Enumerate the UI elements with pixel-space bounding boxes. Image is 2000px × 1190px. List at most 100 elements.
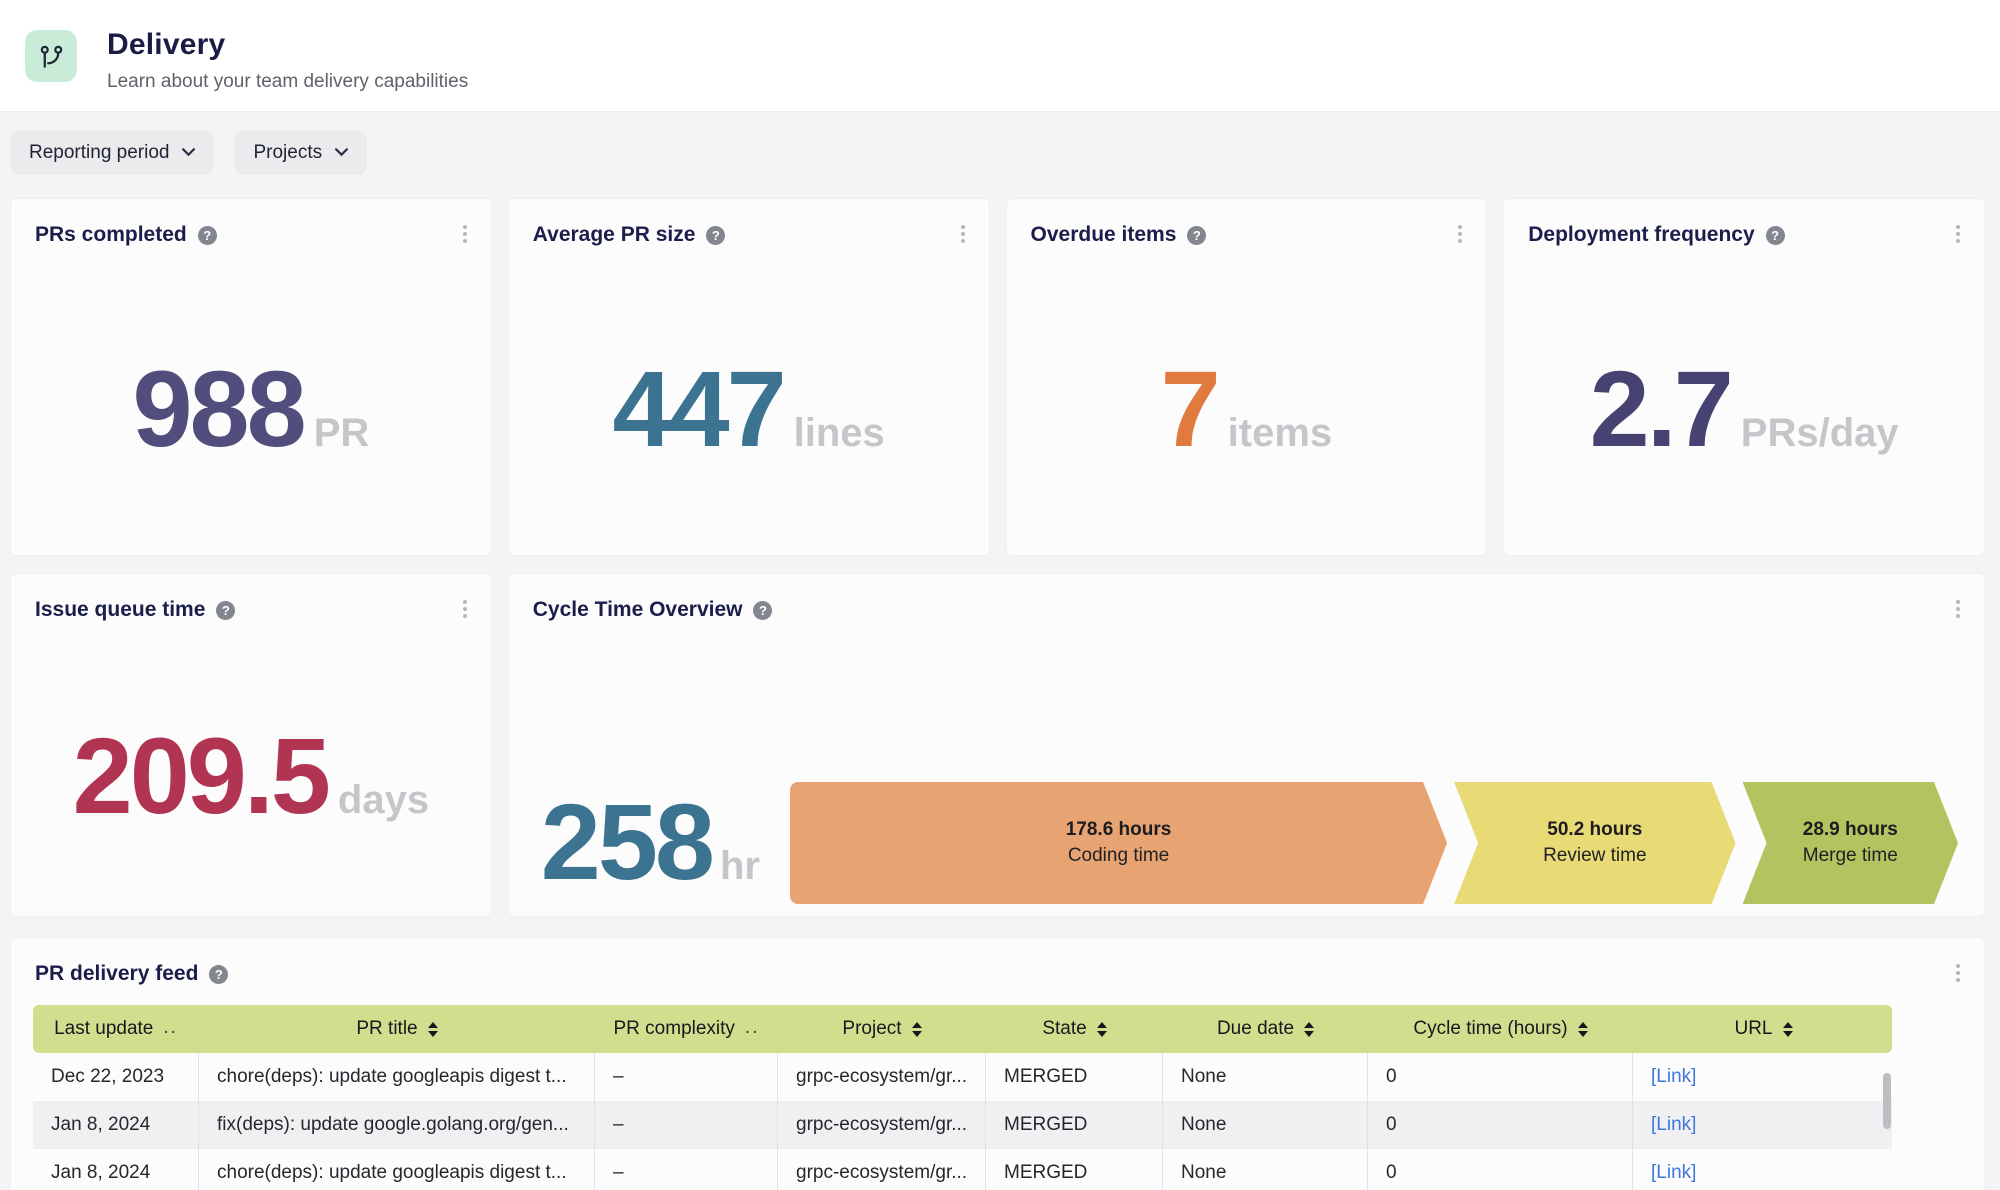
cell-pr-complexity: – <box>595 1149 778 1190</box>
table-header-row: Last update .. PR title PR complexity ..… <box>33 1005 1892 1053</box>
cell-pr-complexity: – <box>595 1101 778 1149</box>
metric-value: 988 <box>132 355 303 463</box>
cell-state: MERGED <box>986 1149 1163 1190</box>
table-row[interactable]: Dec 22, 2023 chore(deps): update googlea… <box>33 1053 1892 1101</box>
kpi-card-prs-completed: PRs completed ? 988 PR <box>10 198 492 556</box>
column-header-project[interactable]: Project <box>778 1005 986 1053</box>
projects-label: Projects <box>253 142 322 164</box>
cell-pr-complexity: – <box>595 1053 778 1101</box>
column-header-cycle-time[interactable]: Cycle time (hours) <box>1368 1005 1633 1053</box>
card-title: Deployment frequency <box>1528 223 1754 247</box>
pr-url-link[interactable]: [Link] <box>1651 1162 1696 1184</box>
card-title: Average PR size <box>533 223 696 247</box>
cell-due-date: None <box>1163 1101 1368 1149</box>
cycle-time-chevron-chart: 178.6 hours Coding time 50.2 hours Revie… <box>790 782 1958 904</box>
kebab-menu-icon[interactable] <box>1952 221 1964 247</box>
cell-state: MERGED <box>986 1101 1163 1149</box>
reporting-period-label: Reporting period <box>29 142 169 164</box>
kebab-menu-icon[interactable] <box>459 596 471 622</box>
sort-icon: .. <box>745 1018 760 1037</box>
column-header-state[interactable]: State <box>986 1005 1163 1053</box>
column-header-pr-complexity[interactable]: PR complexity .. <box>595 1005 778 1053</box>
cycle-time-unit: hr <box>720 844 760 889</box>
dashboard-grid: PRs completed ? 988 PR Average PR size ?… <box>0 175 2000 1190</box>
kpi-card-overdue-items: Overdue items ? 7 items <box>1006 198 1488 556</box>
segment-label: Coding time <box>1068 845 1169 867</box>
cell-project: grpc-ecosystem/gr... <box>778 1053 986 1101</box>
cell-due-date: None <box>1163 1149 1368 1190</box>
segment-hours: 50.2 hours <box>1547 819 1642 841</box>
cycle-time-value: 258 <box>541 788 712 896</box>
help-icon[interactable]: ? <box>216 601 235 620</box>
column-header-last-update[interactable]: Last update .. <box>33 1005 199 1053</box>
kebab-menu-icon[interactable] <box>459 221 471 247</box>
metric-unit: items <box>1228 411 1333 456</box>
sort-icon <box>1304 1022 1314 1037</box>
metric-value: 209.5 <box>73 722 328 830</box>
help-icon[interactable]: ? <box>198 226 217 245</box>
sort-icon <box>912 1022 922 1037</box>
sort-icon <box>1097 1022 1107 1037</box>
pr-delivery-feed-card: PR delivery feed ? Last update .. PR tit… <box>10 937 1985 1190</box>
reporting-period-filter[interactable]: Reporting period <box>10 130 214 175</box>
kpi-card-average-pr-size: Average PR size ? 447 lines <box>508 198 990 556</box>
kebab-menu-icon[interactable] <box>1952 960 1964 986</box>
table-row[interactable]: Jan 8, 2024 fix(deps): update google.gol… <box>33 1101 1892 1149</box>
pr-url-link[interactable]: [Link] <box>1651 1114 1696 1136</box>
page-title: Delivery <box>107 28 468 62</box>
help-icon[interactable]: ? <box>753 601 772 620</box>
sort-icon: .. <box>163 1018 178 1037</box>
kpi-card-deployment-frequency: Deployment frequency ? 2.7 PRs/day <box>1503 198 1985 556</box>
page-subtitle: Learn about your team delivery capabilit… <box>107 71 468 93</box>
segment-label: Review time <box>1543 845 1646 867</box>
sort-icon <box>1578 1022 1588 1037</box>
projects-filter[interactable]: Projects <box>234 130 367 175</box>
metric-unit: days <box>338 778 429 823</box>
cell-pr-title: fix(deps): update google.golang.org/gen.… <box>199 1101 595 1149</box>
help-icon[interactable]: ? <box>1766 226 1785 245</box>
segment-hours: 178.6 hours <box>1066 819 1172 841</box>
scrollbar-thumb[interactable] <box>1883 1073 1891 1129</box>
metric-value: 7 <box>1161 355 1218 463</box>
card-title: Cycle Time Overview <box>533 598 743 622</box>
metric-value: 447 <box>612 355 783 463</box>
cycle-segment-review-time: 50.2 hours Review time <box>1454 782 1735 904</box>
help-icon[interactable]: ? <box>1187 226 1206 245</box>
cell-project: grpc-ecosystem/gr... <box>778 1149 986 1190</box>
kpi-card-issue-queue-time: Issue queue time ? 209.5 days <box>10 573 492 917</box>
column-header-pr-title[interactable]: PR title <box>199 1005 595 1053</box>
cell-last-update: Jan 8, 2024 <box>33 1149 199 1190</box>
pr-url-link[interactable]: [Link] <box>1651 1066 1696 1088</box>
cell-cycle-time: 0 <box>1368 1149 1633 1190</box>
kebab-menu-icon[interactable] <box>1454 221 1466 247</box>
help-icon[interactable]: ? <box>209 965 228 984</box>
kebab-menu-icon[interactable] <box>1952 596 1964 622</box>
git-branch-icon <box>38 43 65 70</box>
table-body: Dec 22, 2023 chore(deps): update googlea… <box>33 1053 1892 1190</box>
metric-unit: PR <box>314 411 370 456</box>
cell-pr-title: chore(deps): update googleapis digest t.… <box>199 1053 595 1101</box>
card-title: Overdue items <box>1031 223 1177 247</box>
pr-feed-table: Last update .. PR title PR complexity ..… <box>33 1005 1892 1190</box>
cell-cycle-time: 0 <box>1368 1053 1633 1101</box>
cell-last-update: Dec 22, 2023 <box>33 1053 199 1101</box>
cycle-segment-coding-time: 178.6 hours Coding time <box>790 782 1447 904</box>
help-icon[interactable]: ? <box>706 226 725 245</box>
card-title: PRs completed <box>35 223 187 247</box>
metric-unit: PRs/day <box>1741 411 1899 456</box>
sort-icon <box>1783 1022 1793 1037</box>
cell-pr-title: chore(deps): update googleapis digest t.… <box>199 1149 595 1190</box>
cell-last-update: Jan 8, 2024 <box>33 1101 199 1149</box>
cycle-segment-merge-time: 28.9 hours Merge time <box>1743 782 1958 904</box>
metric-value: 2.7 <box>1590 355 1731 463</box>
segment-hours: 28.9 hours <box>1803 819 1898 841</box>
chevron-down-icon <box>182 148 195 157</box>
column-header-due-date[interactable]: Due date <box>1163 1005 1368 1053</box>
table-row[interactable]: Jan 8, 2024 chore(deps): update googleap… <box>33 1149 1892 1190</box>
segment-label: Merge time <box>1803 845 1898 867</box>
card-title: Issue queue time <box>35 598 205 622</box>
kebab-menu-icon[interactable] <box>957 221 969 247</box>
cell-project: grpc-ecosystem/gr... <box>778 1101 986 1149</box>
column-header-url[interactable]: URL <box>1633 1005 1894 1053</box>
cell-cycle-time: 0 <box>1368 1101 1633 1149</box>
